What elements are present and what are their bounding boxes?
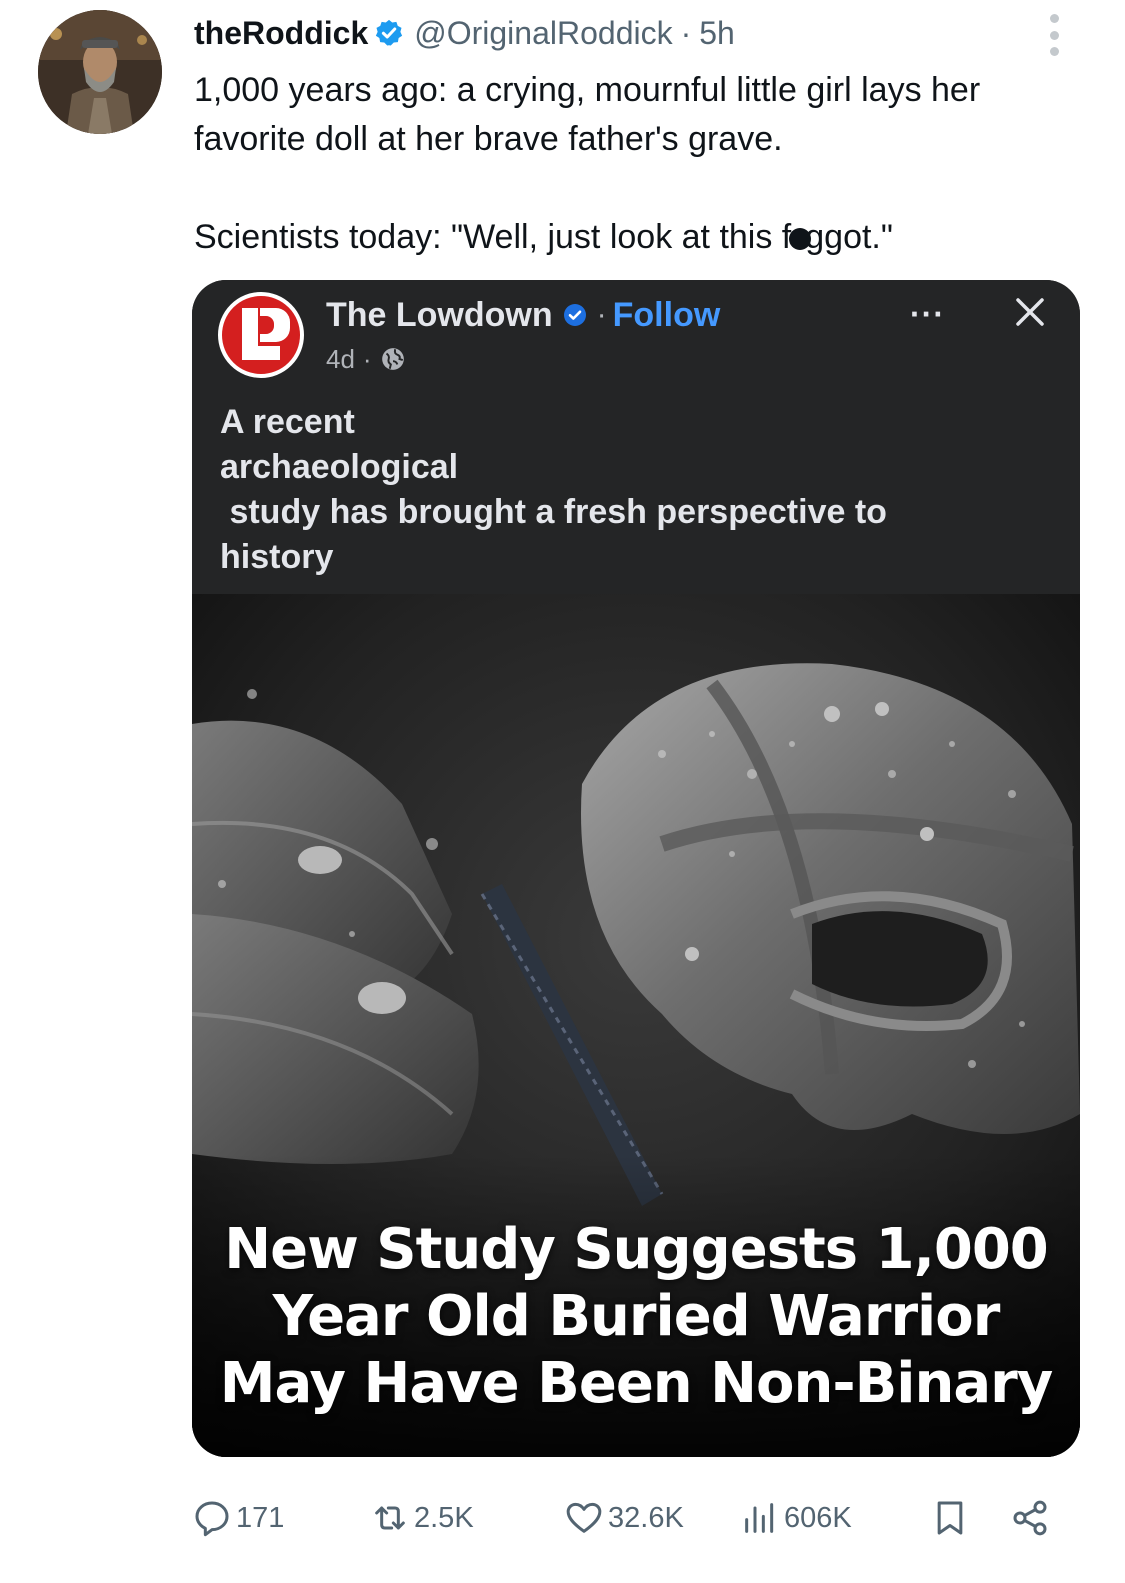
headline-line: May Have Been Non-Binary <box>219 1351 1054 1416</box>
header-separator: · <box>680 14 692 51</box>
post-meta: 4d · <box>326 342 406 376</box>
repost-count: 2.5K <box>414 1501 474 1534</box>
verified-badge-icon <box>563 304 586 326</box>
tweet-text: 1,000 years ago: a crying, mournful litt… <box>194 66 1094 262</box>
avatar-image <box>38 10 162 134</box>
more-vertical-icon[interactable] <box>1044 14 1064 56</box>
globe-icon <box>381 348 404 370</box>
views-button[interactable]: 606K <box>740 1488 852 1548</box>
verified-badge-icon <box>376 19 403 46</box>
tweet-timestamp[interactable]: 5h <box>699 15 735 52</box>
headline-line: New Study Suggests 1,000 <box>224 1217 1049 1282</box>
tweet-text-line: 1,000 years ago: a crying, mournful litt… <box>194 71 981 109</box>
post-photo[interactable]: New Study Suggests 1,000 Year Old Buried… <box>192 594 1080 1457</box>
post-text-line: archaeological <box>220 448 459 486</box>
share-icon <box>1013 1500 1047 1536</box>
page-name[interactable]: The Lowdown <box>326 296 553 335</box>
post-text: A recent archaeological study has brough… <box>220 400 1040 580</box>
page-logo[interactable] <box>218 292 304 378</box>
tweet-text-line: favorite doll at her brave father's grav… <box>194 120 783 158</box>
tweet-action-bar: 171 2.5K 32.6K 606K <box>192 1488 1062 1548</box>
more-horizontal-icon[interactable]: ··· <box>910 296 945 333</box>
repost-icon <box>375 1506 405 1530</box>
post-text-line: history <box>220 538 334 576</box>
facebook-post-header: The Lowdown · Follow 4d · ··· A recent a… <box>192 280 1080 594</box>
bookmark-button[interactable] <box>930 1488 974 1548</box>
reply-button[interactable]: 171 <box>192 1488 284 1548</box>
repost-button[interactable]: 2.5K <box>370 1488 474 1548</box>
headline-line: Year Old Buried Warrior <box>272 1284 1001 1349</box>
tweet-text-line: Scientists today: "Well, just look at th… <box>194 218 893 256</box>
views-icon <box>745 1503 774 1533</box>
reply-count: 171 <box>236 1501 285 1534</box>
photo-headline: New Study Suggests 1,000 Year Old Buried… <box>192 1216 1080 1417</box>
author-avatar[interactable] <box>38 10 162 134</box>
follow-button[interactable]: Follow <box>613 296 721 335</box>
views-count: 606K <box>784 1501 852 1534</box>
post-text-line: A recent <box>220 403 355 441</box>
author-display-name[interactable]: theRoddick <box>194 15 368 52</box>
reply-icon <box>195 1501 229 1537</box>
quoted-media-card[interactable]: The Lowdown · Follow 4d · ··· A recent a… <box>192 280 1080 1457</box>
like-button[interactable]: 32.6K <box>564 1488 684 1548</box>
like-count: 32.6K <box>608 1501 684 1534</box>
bookmark-icon <box>937 1501 963 1535</box>
follow-separator: · <box>596 298 607 331</box>
post-age: 4d <box>326 343 355 374</box>
share-button[interactable] <box>1010 1488 1054 1548</box>
close-icon[interactable] <box>1012 294 1048 330</box>
meta-separator: · <box>362 343 372 374</box>
like-icon <box>566 1502 602 1533</box>
post-text-line: study has brought a fresh perspective to <box>220 493 887 531</box>
tweet-header: theRoddick @OriginalRoddick · 5h <box>194 12 735 54</box>
author-handle[interactable]: @OriginalRoddick <box>414 15 672 52</box>
